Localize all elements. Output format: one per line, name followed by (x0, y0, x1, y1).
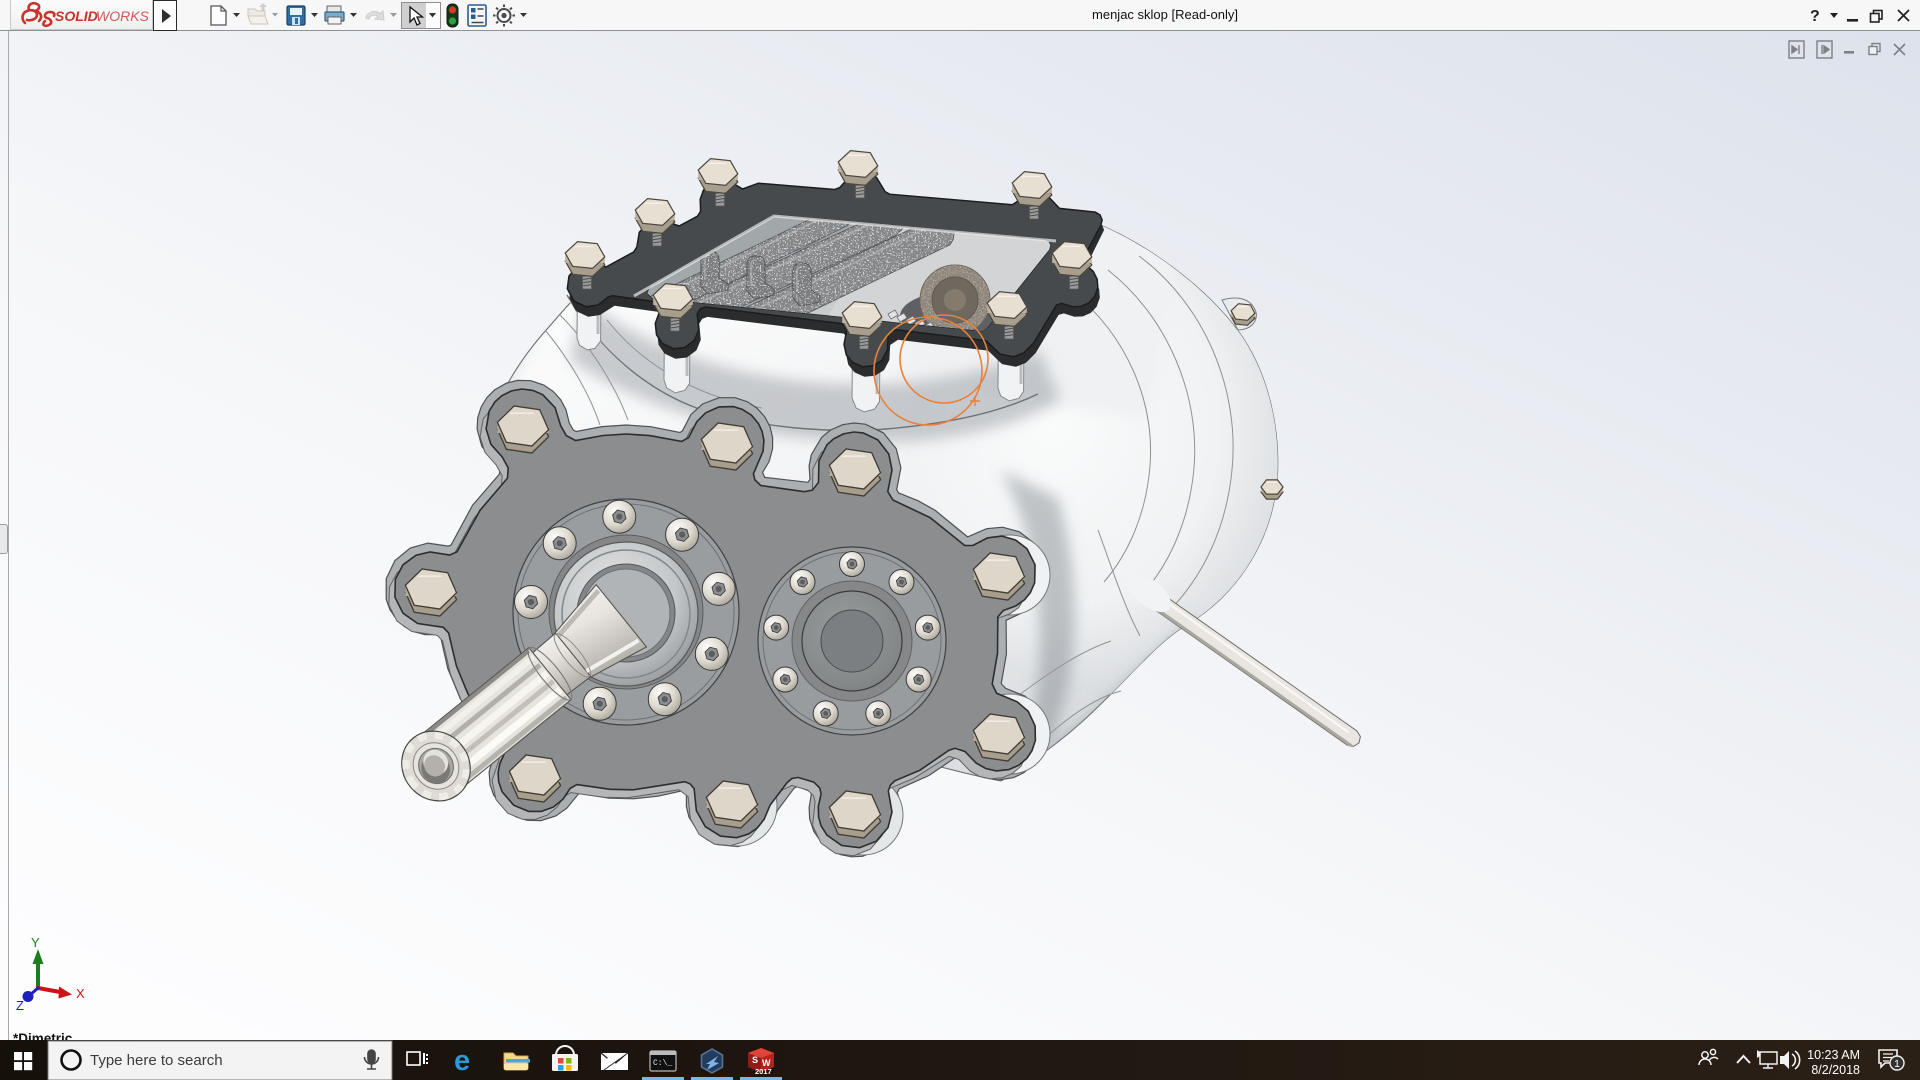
svg-text:Z: Z (16, 998, 24, 1013)
svg-text:X: X (76, 986, 85, 1001)
svg-text:1: 1 (1894, 1058, 1900, 1070)
svg-text:*Dimetric: *Dimetric (13, 1031, 73, 1040)
svg-text:e: e (454, 1045, 470, 1077)
svg-text:Y: Y (31, 935, 40, 950)
svg-text:8/2/2018: 8/2/2018 (1811, 1063, 1860, 1077)
svg-text:2017: 2017 (755, 1067, 772, 1076)
svg-text:10:23 AM: 10:23 AM (1807, 1048, 1860, 1062)
svg-text:Type here to search: Type here to search (90, 1052, 223, 1069)
svg-text:C:\_: C:\_ (653, 1059, 672, 1068)
svg-text:S: S (752, 1055, 758, 1065)
